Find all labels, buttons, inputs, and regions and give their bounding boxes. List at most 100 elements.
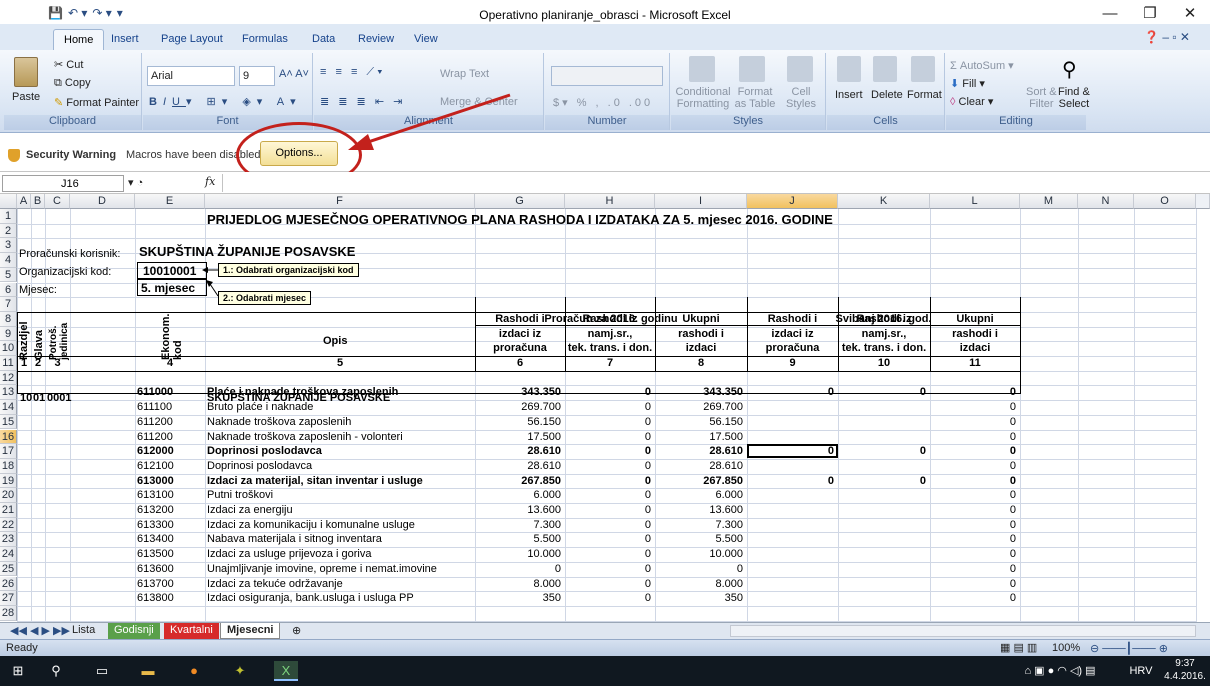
column-header[interactable]: D	[70, 194, 135, 209]
zoom-slider[interactable]: ⊖ ───┃─── ⊕	[1090, 642, 1200, 655]
column-header[interactable]: N	[1078, 194, 1134, 209]
vertical-align-icons[interactable]: ≡ ≡ ≡ ⟋▾	[320, 66, 386, 79]
bold-italic-underline[interactable]: BIU▾ ⊞▾ ◈▾ A▾	[149, 95, 302, 108]
row-header[interactable]: 14	[0, 400, 17, 415]
row-header[interactable]: 3	[0, 238, 17, 254]
active-cell-j16[interactable]	[747, 444, 838, 458]
clear-button[interactable]: ◊ Clear ▾	[950, 95, 993, 108]
tab-formulas[interactable]: Formulas	[242, 33, 288, 45]
tab-insert[interactable]: Insert	[111, 33, 139, 45]
row-header[interactable]: 20	[0, 488, 17, 503]
row-header[interactable]: 17	[0, 444, 17, 459]
row-header[interactable]: 15	[0, 414, 17, 430]
paste-button[interactable]: Paste	[12, 91, 40, 103]
org-input[interactable]: 10010001	[137, 262, 207, 279]
sheet-tab-kvartalni[interactable]: Kvartalni	[164, 623, 219, 639]
number-format-icons[interactable]: $▾ % , .0 .00	[553, 96, 653, 109]
firefox-icon[interactable]: ●	[184, 661, 204, 681]
view-buttons[interactable]: ▦ ▤ ▥	[1000, 641, 1037, 654]
language-indicator[interactable]: HRV	[1126, 661, 1156, 681]
column-header[interactable]: K	[838, 194, 930, 209]
horizontal-scrollbar[interactable]	[730, 625, 1196, 637]
insert-button[interactable]: Insert	[835, 89, 863, 101]
tab-data[interactable]: Data	[312, 33, 335, 45]
cut-button[interactable]: ✂ Cut	[54, 58, 83, 71]
column-header[interactable]: F	[205, 194, 475, 209]
grow-font-icon[interactable]: A˄ A˅	[279, 68, 309, 80]
redo-icon[interactable]: ↷ ▾	[92, 6, 111, 20]
autosum-button[interactable]: Σ AutoSum ▾	[950, 59, 1014, 72]
column-header[interactable]: H	[565, 194, 655, 209]
tray-icons[interactable]: ⌂ ▣ ● ◠ ◁) ▤	[1000, 661, 1120, 681]
row-header[interactable]: 21	[0, 503, 17, 518]
row-header[interactable]: 27	[0, 591, 17, 606]
windows-start-icon[interactable]: ⊞	[8, 661, 28, 681]
find-select-button[interactable]: Find & Select	[1058, 86, 1090, 110]
paste-icon[interactable]	[14, 57, 38, 87]
save-icon[interactable]: 💾	[48, 6, 63, 20]
sheet-tab-mjesecni[interactable]: Mjesecni	[220, 623, 281, 639]
row-header[interactable]: 28	[0, 605, 17, 621]
insert-sheet-icon[interactable]: ⊕	[286, 623, 307, 639]
task-view-icon[interactable]: ▭	[92, 661, 112, 681]
row-header[interactable]: 9	[0, 326, 17, 342]
help-icon[interactable]: ❓ – ▫ ✕	[1144, 30, 1190, 44]
row-header[interactable]: 26	[0, 576, 17, 592]
fill-button[interactable]: ⬇ Fill ▾	[950, 77, 985, 90]
row-header[interactable]: 22	[0, 517, 17, 533]
column-header[interactable]: B	[31, 194, 45, 209]
formula-input[interactable]	[222, 174, 1207, 192]
font-name-select[interactable]: Arial	[147, 66, 235, 86]
tab-view[interactable]: View	[414, 33, 438, 45]
search-icon[interactable]: ⚲	[46, 661, 66, 681]
column-header[interactable]: M	[1020, 194, 1078, 209]
column-header[interactable]: C	[45, 194, 70, 209]
delete-button[interactable]: Delete	[871, 89, 903, 101]
number-format-select[interactable]	[551, 66, 663, 86]
column-header[interactable]: E	[135, 194, 205, 209]
row-header[interactable]: 1	[0, 209, 17, 224]
fx-icon[interactable]: fx	[205, 175, 215, 188]
select-all-corner[interactable]	[0, 194, 17, 209]
zoom-level[interactable]: 100%	[1052, 642, 1080, 654]
app-icon[interactable]: ✦	[230, 661, 250, 681]
row-header[interactable]: 7	[0, 297, 17, 312]
vertical-scrollbar[interactable]	[1196, 194, 1210, 209]
clock[interactable]: 9:37 4.4.2016.	[1162, 657, 1208, 683]
sheet-tab-godisnji[interactable]: Godisnji	[108, 623, 160, 639]
sheet-tab-lista[interactable]: Lista	[66, 623, 101, 639]
undo-icon[interactable]: ↶ ▾	[68, 6, 87, 20]
row-header[interactable]: 2	[0, 223, 17, 239]
font-size-select[interactable]: 9	[239, 66, 275, 86]
dropdown-icon[interactable]: ▾ ◔	[128, 176, 143, 189]
column-header[interactable]: O	[1134, 194, 1196, 209]
column-header[interactable]: A	[17, 194, 31, 209]
row-header[interactable]: 18	[0, 458, 17, 474]
month-input[interactable]: 5. mjesec	[137, 279, 207, 296]
tab-page-layout[interactable]: Page Layout	[161, 33, 223, 45]
column-header[interactable]: I	[655, 194, 747, 209]
name-box[interactable]: J16	[2, 175, 124, 192]
row-header[interactable]: 23	[0, 532, 17, 548]
format-as-table-button[interactable]: Format as Table	[733, 86, 777, 110]
column-header[interactable]: L	[930, 194, 1020, 209]
row-header[interactable]: 16	[0, 429, 17, 445]
column-header[interactable]: G	[475, 194, 565, 209]
row-header[interactable]: 12	[0, 370, 17, 386]
tab-review[interactable]: Review	[358, 33, 394, 45]
conditional-formatting-button[interactable]: Conditional Formatting	[673, 86, 733, 110]
tab-home[interactable]: Home	[53, 29, 105, 51]
excel-taskbar-icon[interactable]: X	[274, 661, 298, 681]
column-header[interactable]: J	[747, 194, 838, 209]
row-header[interactable]: 10	[0, 341, 17, 356]
row-header[interactable]: 11	[0, 356, 17, 371]
copy-button[interactable]: ⧉ Copy	[54, 77, 91, 90]
file-explorer-icon[interactable]: ▬	[138, 661, 158, 681]
row-header[interactable]: 25	[0, 561, 17, 577]
format-button[interactable]: Format	[907, 89, 942, 101]
row-header[interactable]: 6	[0, 282, 17, 298]
row-header[interactable]: 24	[0, 547, 17, 562]
sort-filter-button[interactable]: Sort & Filter	[1026, 86, 1057, 110]
row-header[interactable]: 4	[0, 253, 17, 268]
customize-qat-icon[interactable]: ▾	[117, 6, 123, 20]
